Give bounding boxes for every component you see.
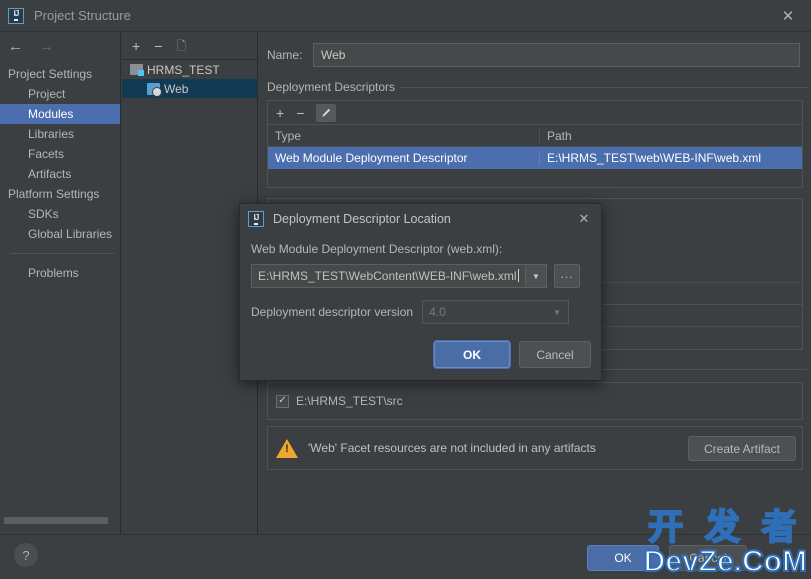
- remove-module-button[interactable]: −: [154, 39, 162, 53]
- dialog-version-row: Deployment descriptor version 4.0 ▼: [251, 300, 601, 324]
- sidebar-divider: [10, 253, 114, 254]
- window-title: Project Structure: [34, 8, 131, 23]
- browse-button[interactable]: ...: [554, 264, 580, 288]
- source-root-checkbox[interactable]: ✓: [276, 394, 289, 408]
- tree-node-web[interactable]: Web: [122, 79, 257, 98]
- dialog-cancel-button[interactable]: Cancel: [519, 341, 591, 368]
- sidebar-item-artifacts[interactable]: Artifacts: [0, 164, 120, 184]
- sidebar-item-sdks[interactable]: SDKs: [0, 204, 120, 224]
- create-artifact-button[interactable]: Create Artifact: [688, 436, 796, 461]
- sidebar-item-global-libraries[interactable]: Global Libraries: [0, 224, 120, 244]
- dialog-path-row: E:\HRMS_TEST\WebContent\WEB-INF\web.xml …: [251, 264, 601, 288]
- deployment-descriptors-toolbar: + −: [267, 100, 803, 124]
- ok-button[interactable]: OK: [587, 545, 659, 571]
- close-icon[interactable]: ✕: [765, 0, 811, 32]
- text-caret: [517, 269, 519, 282]
- sidebar-group-platform-settings: Platform Settings: [8, 187, 100, 201]
- section-divider: [401, 86, 807, 88]
- column-header-path: Path: [547, 128, 572, 143]
- logo-text: IJ: [13, 10, 19, 21]
- title-bar: IJ Project Structure ✕: [0, 0, 811, 32]
- help-icon[interactable]: ?: [14, 543, 38, 567]
- chevron-down-icon[interactable]: ▼: [546, 308, 568, 317]
- table-header-row: Type Path: [268, 125, 802, 147]
- name-label: Name:: [267, 48, 303, 62]
- sidebar-horizontal-scrollbar[interactable]: [4, 517, 108, 524]
- dialog-button-row: OK Cancel: [434, 341, 591, 368]
- tree-node-label: HRMS_TEST: [147, 62, 220, 77]
- dialog-ok-button[interactable]: OK: [434, 341, 510, 368]
- descriptor-path-input[interactable]: E:\HRMS_TEST\WebContent\WEB-INF\web.xml: [252, 269, 525, 283]
- name-row: Name: Web: [267, 42, 800, 68]
- source-root-path: E:\HRMS_TEST\src: [296, 394, 403, 408]
- tree-node-label: Web: [164, 81, 189, 96]
- section-title: Deployment Descriptors: [267, 80, 396, 94]
- warning-triangle-icon: [276, 438, 298, 458]
- close-icon[interactable]: ✕: [575, 210, 593, 228]
- source-roots-list: ✓ E:\HRMS_TEST\src: [267, 382, 803, 420]
- nav-arrows: ← →: [0, 32, 120, 60]
- add-descriptor-button[interactable]: +: [276, 106, 284, 120]
- pencil-glyph: [321, 108, 331, 117]
- copy-icon[interactable]: 🗋: [176, 40, 186, 52]
- cell-path: E:\HRMS_TEST\web\WEB-INF\web.xml: [547, 151, 762, 165]
- web-facet-icon: [147, 82, 162, 97]
- sidebar-item-libraries[interactable]: Libraries: [0, 124, 120, 144]
- settings-sidebar: ← → Project Settings Project Modules Lib…: [0, 32, 121, 534]
- descriptor-path-combobox[interactable]: E:\HRMS_TEST\WebContent\WEB-INF\web.xml …: [251, 264, 547, 288]
- warning-message: 'Web' Facet resources are not included i…: [308, 441, 596, 455]
- sidebar-nav-list: Project Settings Project Modules Librari…: [0, 60, 120, 283]
- sidebar-item-problems[interactable]: Problems: [0, 263, 120, 283]
- version-combobox[interactable]: 4.0 ▼: [422, 300, 570, 324]
- arrow-right-icon[interactable]: →: [39, 38, 54, 55]
- deployment-descriptors-table: Type Path Web Module Deployment Descript…: [267, 124, 803, 188]
- deployment-descriptors-section-header: Deployment Descriptors: [267, 80, 811, 94]
- module-tree-panel: + − 🗋 HRMS_TEST Web: [122, 32, 258, 534]
- sidebar-item-project[interactable]: Project: [0, 84, 120, 104]
- pencil-icon[interactable]: [316, 103, 337, 122]
- remove-descriptor-button[interactable]: −: [296, 106, 304, 120]
- dialog-field-label: Web Module Deployment Descriptor (web.xm…: [251, 242, 503, 256]
- cancel-button[interactable]: Cancel: [669, 545, 747, 571]
- path-text: E:\HRMS_TEST\WebContent\WEB-INF\web.xml: [258, 269, 517, 283]
- dialog-footer: ? OK Cancel: [0, 534, 811, 579]
- facet-warning-bar: 'Web' Facet resources are not included i…: [267, 426, 803, 470]
- dialog-title: Deployment Descriptor Location: [273, 212, 451, 226]
- chevron-down-icon[interactable]: ▼: [525, 265, 546, 287]
- dialog-title-bar: IJ Deployment Descriptor Location ✕: [240, 204, 601, 234]
- intellij-logo-icon: IJ: [8, 7, 24, 24]
- column-header-type: Type: [268, 128, 540, 143]
- table-empty-area: [268, 169, 802, 187]
- table-row[interactable]: Web Module Deployment Descriptor E:\HRMS…: [268, 147, 802, 169]
- sidebar-group-project-settings: Project Settings: [8, 67, 93, 81]
- sidebar-item-modules[interactable]: Modules: [0, 104, 120, 124]
- cell-type: Web Module Deployment Descriptor: [268, 151, 540, 165]
- version-value: 4.0: [429, 305, 446, 319]
- intellij-logo-icon: IJ: [248, 211, 264, 227]
- deployment-descriptor-location-dialog: IJ Deployment Descriptor Location ✕ Web …: [239, 203, 602, 381]
- name-input[interactable]: Web: [313, 43, 800, 67]
- project-structure-window: IJ Project Structure ✕ ← → Project Setti…: [0, 0, 811, 579]
- logo-text: IJ: [253, 213, 259, 225]
- sidebar-item-facets[interactable]: Facets: [0, 144, 120, 164]
- tree-node-hrms-test[interactable]: HRMS_TEST: [122, 60, 257, 79]
- module-tree-toolbar: + − 🗋: [122, 32, 257, 60]
- version-label: Deployment descriptor version: [251, 305, 414, 319]
- arrow-left-icon[interactable]: ←: [8, 38, 23, 55]
- module-group-icon: [130, 64, 144, 76]
- add-module-button[interactable]: +: [132, 39, 140, 53]
